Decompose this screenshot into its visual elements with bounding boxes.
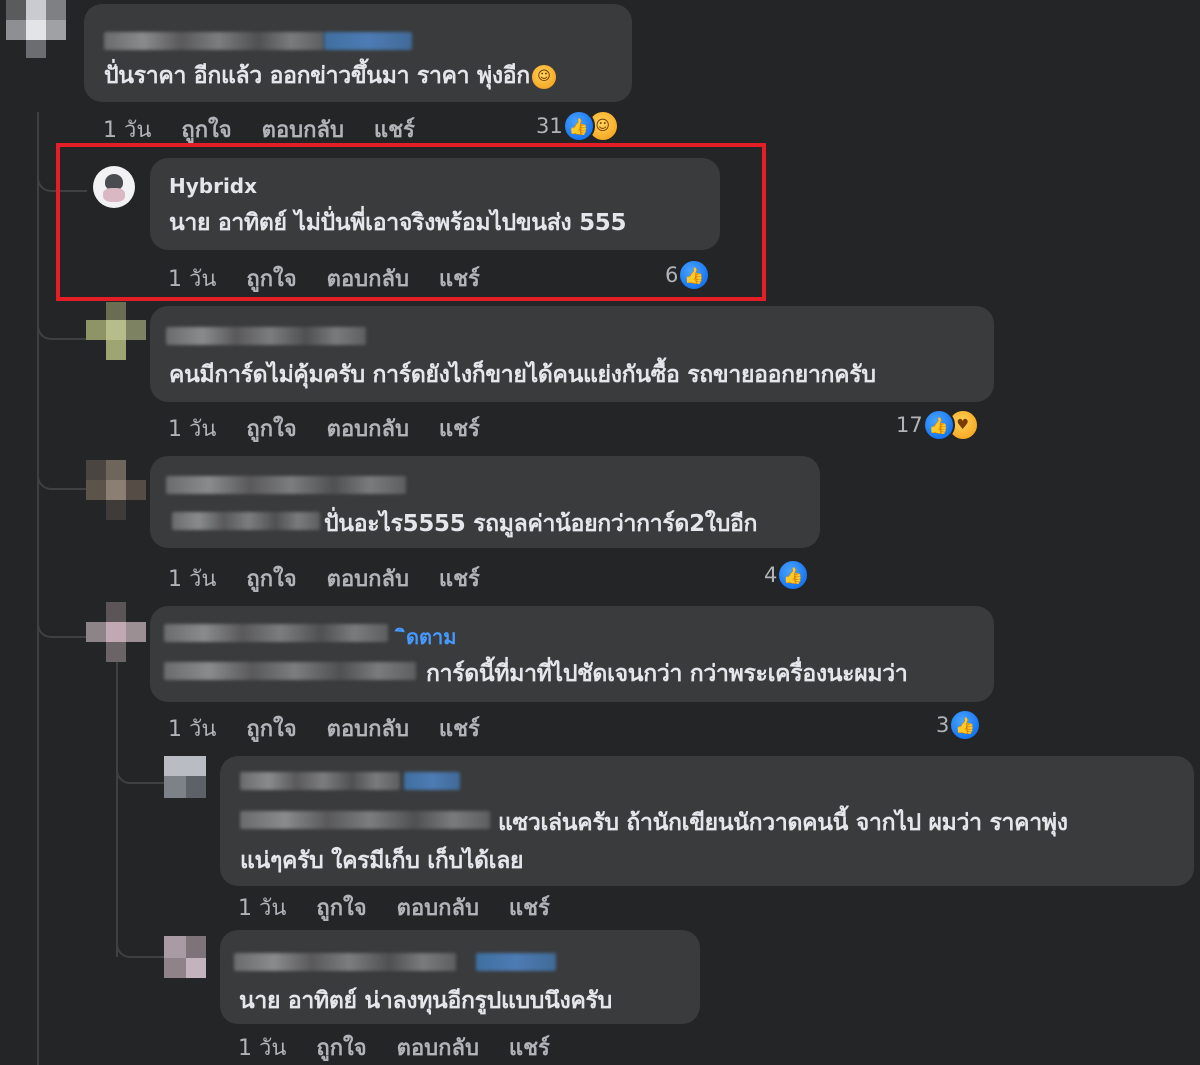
comment-thread: ปั่นราคา อีกแล้ว ออกข่าวขึ้นมา ราคา พุ่ง… xyxy=(0,0,1200,1065)
comment-timestamp[interactable]: 1 วัน xyxy=(238,1030,286,1065)
redacted-author-name xyxy=(240,772,400,790)
like-button[interactable]: ถูกใจ xyxy=(316,1030,366,1065)
follow-link[interactable]: ิดตาม xyxy=(406,621,456,653)
reaction-count: 4 xyxy=(764,563,778,587)
comment-text: ปั่นราคา อีกแล้ว ออกข่าวขึ้นมา ราคา พุ่ง… xyxy=(104,58,556,94)
comment-actions: 1 วัน ถูกใจ ตอบกลับ แชร์ xyxy=(168,711,480,746)
like-button[interactable]: ถูกใจ xyxy=(246,411,296,446)
comment-text-line1: แซวเล่นครับ ถ้านักเขียนนักวาดคนนี้ จากไป… xyxy=(498,810,1068,836)
reaction-summary[interactable]: 3 👍 xyxy=(936,709,982,741)
like-reaction-icon: 👍 xyxy=(562,110,595,142)
avatar[interactable] xyxy=(86,460,146,520)
redacted-author-name xyxy=(234,953,456,971)
comment-bubble: ปั่นราคา อีกแล้ว ออกข่าวขึ้นมา ราคา พุ่ง… xyxy=(84,4,632,102)
comment-text: นาย อาทิตย์ น่าลงทุนอีกรูปแบบนึงครับ xyxy=(239,988,612,1014)
thread-branch xyxy=(116,762,166,784)
redacted-tag xyxy=(476,953,556,971)
share-button[interactable]: แชร์ xyxy=(509,1030,550,1065)
redacted-tag xyxy=(404,772,460,790)
reply-button[interactable]: ตอบกลับ xyxy=(327,411,409,446)
share-button[interactable]: แชร์ xyxy=(439,561,480,596)
comment-actions: 1 วัน ถูกใจ ตอบกลับ แชร์ xyxy=(103,112,415,147)
redacted-author-name xyxy=(164,624,388,642)
comment-timestamp[interactable]: 1 วัน xyxy=(103,112,151,147)
comment-bubble: แซวเล่นครับ ถ้านักเขียนนักวาดคนนี้ จากไป… xyxy=(220,756,1194,886)
comment-bubble: นาย อาทิตย์ น่าลงทุนอีกรูปแบบนึงครับ xyxy=(220,930,700,1024)
highlight-box xyxy=(56,143,766,301)
avatar[interactable] xyxy=(164,756,206,798)
reaction-summary[interactable]: 17 👍 ♥ xyxy=(896,409,979,441)
share-button[interactable]: แชร์ xyxy=(374,112,415,147)
comment-actions: 1 วัน ถูกใจ ตอบกลับ แชร์ xyxy=(168,411,480,446)
comment-text: การ์ดนี้ที่มาที่ไปชัดเจนกว่า กว่าพระเครื… xyxy=(426,661,908,687)
comment-text: ปั่นอะไร5555 รถมูลค่าน้อยกว่าการ์ด2ใบอีก xyxy=(324,511,758,537)
comment-bubble: ปั่นอะไร5555 รถมูลค่าน้อยกว่าการ์ด2ใบอีก xyxy=(150,456,820,548)
redacted-author-name xyxy=(166,476,406,494)
comment-timestamp[interactable]: 1 วัน xyxy=(168,711,216,746)
like-button[interactable]: ถูกใจ xyxy=(316,890,366,925)
reply-button[interactable]: ตอบกลับ xyxy=(397,890,479,925)
comment-actions: 1 วัน ถูกใจ ตอบกลับ แชร์ xyxy=(168,561,480,596)
comment-text-line2: แน่ๆครับ ใครมีเก็บ เก็บได้เลย xyxy=(240,848,524,874)
like-button[interactable]: ถูกใจ xyxy=(181,112,231,147)
reply-button[interactable]: ตอบกลับ xyxy=(262,112,344,147)
redacted-mention xyxy=(164,662,416,680)
thread-branch xyxy=(37,468,87,490)
like-reaction-icon: 👍 xyxy=(922,409,955,441)
avatar[interactable] xyxy=(86,602,146,662)
redacted-author-name xyxy=(166,327,366,345)
like-reaction-icon: 👍 xyxy=(777,559,810,591)
reaction-summary[interactable]: 4 👍 xyxy=(764,559,810,591)
like-button[interactable]: ถูกใจ xyxy=(246,711,296,746)
thread-line xyxy=(37,112,39,1065)
reaction-count: 3 xyxy=(936,713,950,737)
redacted-mention xyxy=(240,811,490,829)
comment-actions: 1 วัน ถูกใจ ตอบกลับ แชร์ xyxy=(238,890,550,925)
comment-timestamp[interactable]: 1 วัน xyxy=(238,890,286,925)
share-button[interactable]: แชร์ xyxy=(439,711,480,746)
redacted-mention xyxy=(172,512,320,530)
thread-branch xyxy=(37,318,87,340)
thread-branch xyxy=(116,936,166,958)
like-button[interactable]: ถูกใจ xyxy=(246,561,296,596)
like-reaction-icon: 👍 xyxy=(949,709,982,741)
reaction-summary[interactable]: 31 👍 ☺ xyxy=(536,110,619,142)
thread-line-nested xyxy=(116,662,118,957)
comment-timestamp[interactable]: 1 วัน xyxy=(168,411,216,446)
reply-button[interactable]: ตอบกลับ xyxy=(327,561,409,596)
avatar[interactable] xyxy=(164,936,206,978)
thread-branch xyxy=(37,616,87,638)
comment-bubble: คนมีการ์ดไม่คุ้มครับ การ์ดยังไงก็ขายได้ค… xyxy=(150,306,994,402)
share-button[interactable]: แชร์ xyxy=(509,890,550,925)
avatar[interactable] xyxy=(6,0,66,58)
share-button[interactable]: แชร์ xyxy=(439,411,480,446)
comment-bubble: ิดตาม การ์ดนี้ที่มาที่ไปชัดเจนกว่า กว่าพ… xyxy=(150,606,994,702)
comment-timestamp[interactable]: 1 วัน xyxy=(168,561,216,596)
redacted-author-name xyxy=(104,32,324,50)
laughing-emoji-icon: ☺ xyxy=(531,64,556,89)
comment-actions: 1 วัน ถูกใจ ตอบกลับ แชร์ xyxy=(238,1030,550,1065)
reaction-count: 17 xyxy=(896,413,923,437)
redacted-tag xyxy=(324,32,412,50)
avatar[interactable] xyxy=(86,302,146,360)
reply-button[interactable]: ตอบกลับ xyxy=(327,711,409,746)
comment-text: คนมีการ์ดไม่คุ้มครับ การ์ดยังไงก็ขายได้ค… xyxy=(169,362,876,388)
reaction-count: 31 xyxy=(536,114,563,138)
reply-button[interactable]: ตอบกลับ xyxy=(397,1030,479,1065)
